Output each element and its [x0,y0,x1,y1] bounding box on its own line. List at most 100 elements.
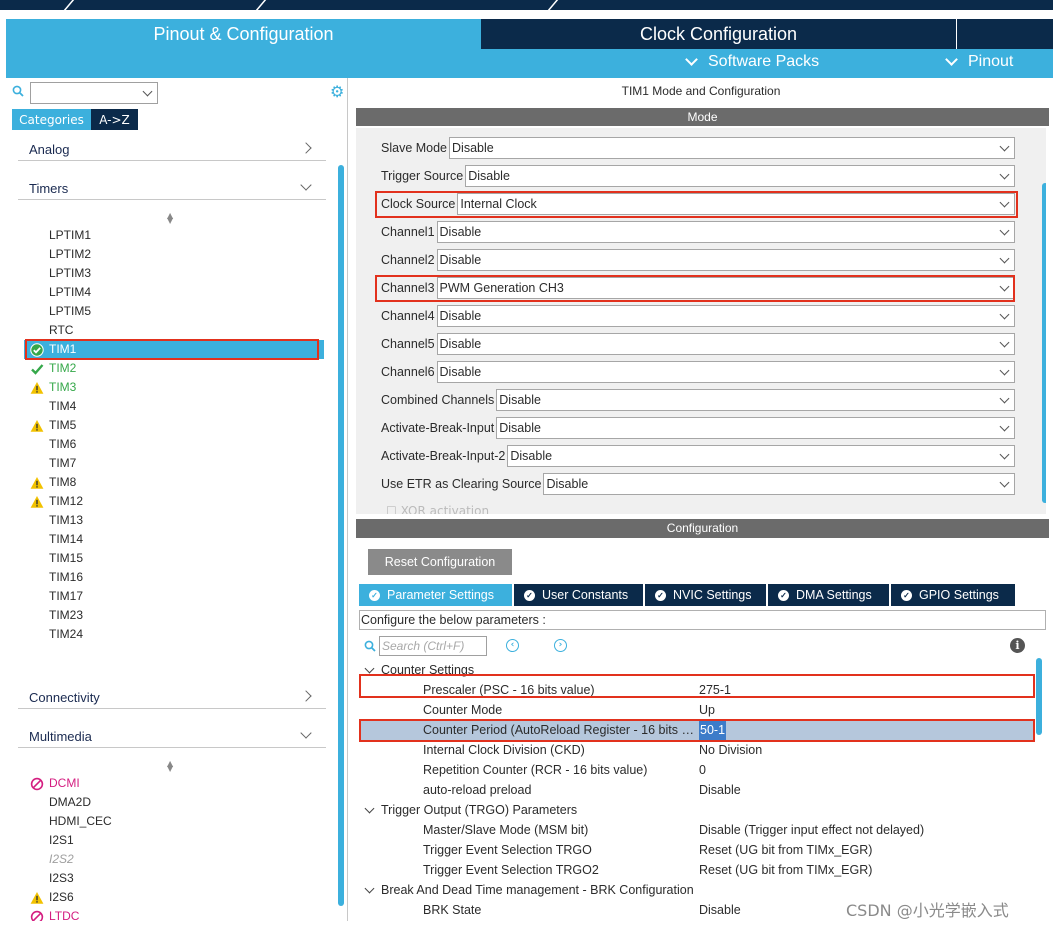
tab-user-constants[interactable]: ✓ User Constants [514,584,643,606]
list-item-dcmi[interactable]: DCMI [24,774,324,793]
list-item-tim6[interactable]: TIM6 [24,435,324,454]
parameter-group[interactable]: Counter Settings [360,660,1033,680]
parameter-value[interactable]: No Division [699,740,762,760]
mode-select[interactable]: Disable [449,137,1016,159]
category-analog[interactable]: Analog [18,137,326,161]
category-connectivity[interactable]: Connectivity [18,685,326,709]
list-item-tim5[interactable]: TIM5 [24,416,324,435]
sort-icon[interactable]: ▲ ▼ [167,760,173,773]
parameter-search-input[interactable]: Search (Ctrl+F) [379,636,487,656]
mode-select[interactable]: PWM Generation CH3 [436,277,1015,299]
list-item-tim1[interactable]: TIM1 [24,340,324,359]
sort-icon[interactable]: ▲ ▼ [167,212,173,225]
list-item-label: LTDC [49,909,80,921]
list-item-tim23[interactable]: TIM23 [24,606,324,625]
xor-activation-checkbox[interactable]: ☐ XOR activation [386,504,489,514]
list-item-tim17[interactable]: TIM17 [24,587,324,606]
mode-select[interactable]: Disable [436,249,1015,271]
mode-select[interactable]: Disable [436,361,1015,383]
list-item-lptim4[interactable]: LPTIM4 [24,283,324,302]
category-search-input[interactable] [30,82,158,104]
parameter-row[interactable]: Counter Period (AutoReload Register - 16… [360,720,1033,740]
list-item-tim7[interactable]: TIM7 [24,454,324,473]
software-packs-menu[interactable]: Software Packs [685,53,819,71]
list-item-lptim3[interactable]: LPTIM3 [24,264,324,283]
tab-categories[interactable]: Categories [12,109,91,130]
tab-gpio-settings[interactable]: ✓ GPIO Settings [891,584,1015,606]
list-item-i2s2[interactable]: I2S2 [24,850,324,869]
mode-select[interactable]: Disable [436,221,1015,243]
list-item-lptim2[interactable]: LPTIM2 [24,245,324,264]
parameter-row[interactable]: Prescaler (PSC - 16 bits value) 275-1 [360,680,1033,700]
list-item-lptim1[interactable]: LPTIM1 [24,226,324,245]
tab-nvic-settings[interactable]: ✓ NVIC Settings [645,584,766,606]
parameter-value[interactable]: Disable [699,900,741,920]
list-item-tim8[interactable]: TIM8 [24,473,324,492]
mode-select[interactable]: Internal Clock [457,193,1016,215]
pinout-menu[interactable]: Pinout [945,53,1013,71]
list-item-i2s1[interactable]: I2S1 [24,831,324,850]
parameter-value[interactable]: 0 [699,760,706,780]
list-item-tim3[interactable]: TIM3 [24,378,324,397]
xor-label: XOR activation [400,504,490,514]
tab-a-z[interactable]: A->Z [91,109,138,130]
info-icon[interactable]: i [1010,638,1025,653]
parameter-value[interactable]: Disable (Trigger input effect not delaye… [699,820,924,840]
parameter-row[interactable]: Trigger Event Selection TRGO2 Reset (UG b… [360,860,1033,880]
list-item-tim12[interactable]: TIM12 [24,492,324,511]
scrollbar[interactable] [338,165,344,906]
parameter-row[interactable]: Internal Clock Division (CKD) No Division [360,740,1033,760]
list-item-tim15[interactable]: TIM15 [24,549,324,568]
tab-project-manager[interactable] [956,19,1053,49]
category-timers[interactable]: Timers [18,176,326,200]
scrollbar[interactable] [1042,183,1046,503]
parameter-row[interactable]: Master/Slave Mode (MSM bit) Disable (Trig… [360,820,1033,840]
list-item-tim4[interactable]: TIM4 [24,397,324,416]
mode-select[interactable]: Disable [465,165,1016,187]
tab-clock-configuration[interactable]: Clock Configuration [481,19,956,49]
parameter-row[interactable]: Counter Mode Up [360,700,1033,720]
mode-select[interactable]: Disable [496,389,1016,411]
list-item-rtc[interactable]: RTC [24,321,324,340]
mode-select[interactable]: Disable [507,445,1016,467]
mode-select[interactable]: Disable [543,473,1016,495]
mode-select[interactable]: Disable [496,417,1016,439]
parameter-value[interactable]: 50-1 [699,720,727,740]
list-item-i2s3[interactable]: I2S3 [24,869,324,888]
parameter-row[interactable]: auto-reload preload Disable [360,780,1033,800]
search-previous-icon[interactable]: ‹ [506,639,519,652]
list-item-dma2d[interactable]: DMA2D [24,793,324,812]
parameter-value[interactable]: Reset (UG bit from TIMx_EGR) [699,860,872,880]
list-item-hdmi_cec[interactable]: HDMI_CEC [24,812,324,831]
list-item-tim24[interactable]: TIM24 [24,625,324,644]
list-item-tim14[interactable]: TIM14 [24,530,324,549]
list-item-ltdc[interactable]: LTDC [24,907,324,921]
search-next-icon[interactable]: › [554,639,567,652]
parameter-value[interactable]: 275-1 [699,680,731,700]
parameter-value[interactable]: Reset (UG bit from TIMx_EGR) [699,840,872,860]
reset-configuration-button[interactable]: Reset Configuration [368,549,512,575]
list-item-i2s6[interactable]: I2S6 [24,888,324,907]
mode-select[interactable]: Disable [436,305,1015,327]
parameter-value[interactable]: Disable [699,780,741,800]
tab-pinout-configuration[interactable]: Pinout & Configuration [6,19,481,49]
mode-select[interactable]: Disable [436,333,1015,355]
scrollbar[interactable] [1036,658,1042,735]
parameter-row[interactable]: Repetition Counter (RCR - 16 bits value)… [360,760,1033,780]
main-tab-bar: Pinout & Configuration Clock Configurati… [6,19,1053,49]
category-multimedia[interactable]: Multimedia [18,724,326,748]
gear-icon[interactable]: ⚙ [330,84,346,100]
category-label: Timers [29,181,69,196]
list-item-lptim5[interactable]: LPTIM5 [24,302,324,321]
list-item-tim13[interactable]: TIM13 [24,511,324,530]
list-item-tim2[interactable]: TIM2 [24,359,324,378]
tab-parameter-settings[interactable]: ✓ Parameter Settings [359,584,512,606]
parameter-name: Internal Clock Division (CKD) [423,743,585,757]
parameter-group[interactable]: Trigger Output (TRGO) Parameters [360,800,1033,820]
search-icon [364,640,376,652]
mode-row-clock-source: Clock Source Internal Clock [381,193,1016,215]
parameter-value[interactable]: Up [699,700,715,720]
tab-dma-settings[interactable]: ✓ DMA Settings [768,584,889,606]
list-item-tim16[interactable]: TIM16 [24,568,324,587]
parameter-row[interactable]: Trigger Event Selection TRGO Reset (UG bi… [360,840,1033,860]
